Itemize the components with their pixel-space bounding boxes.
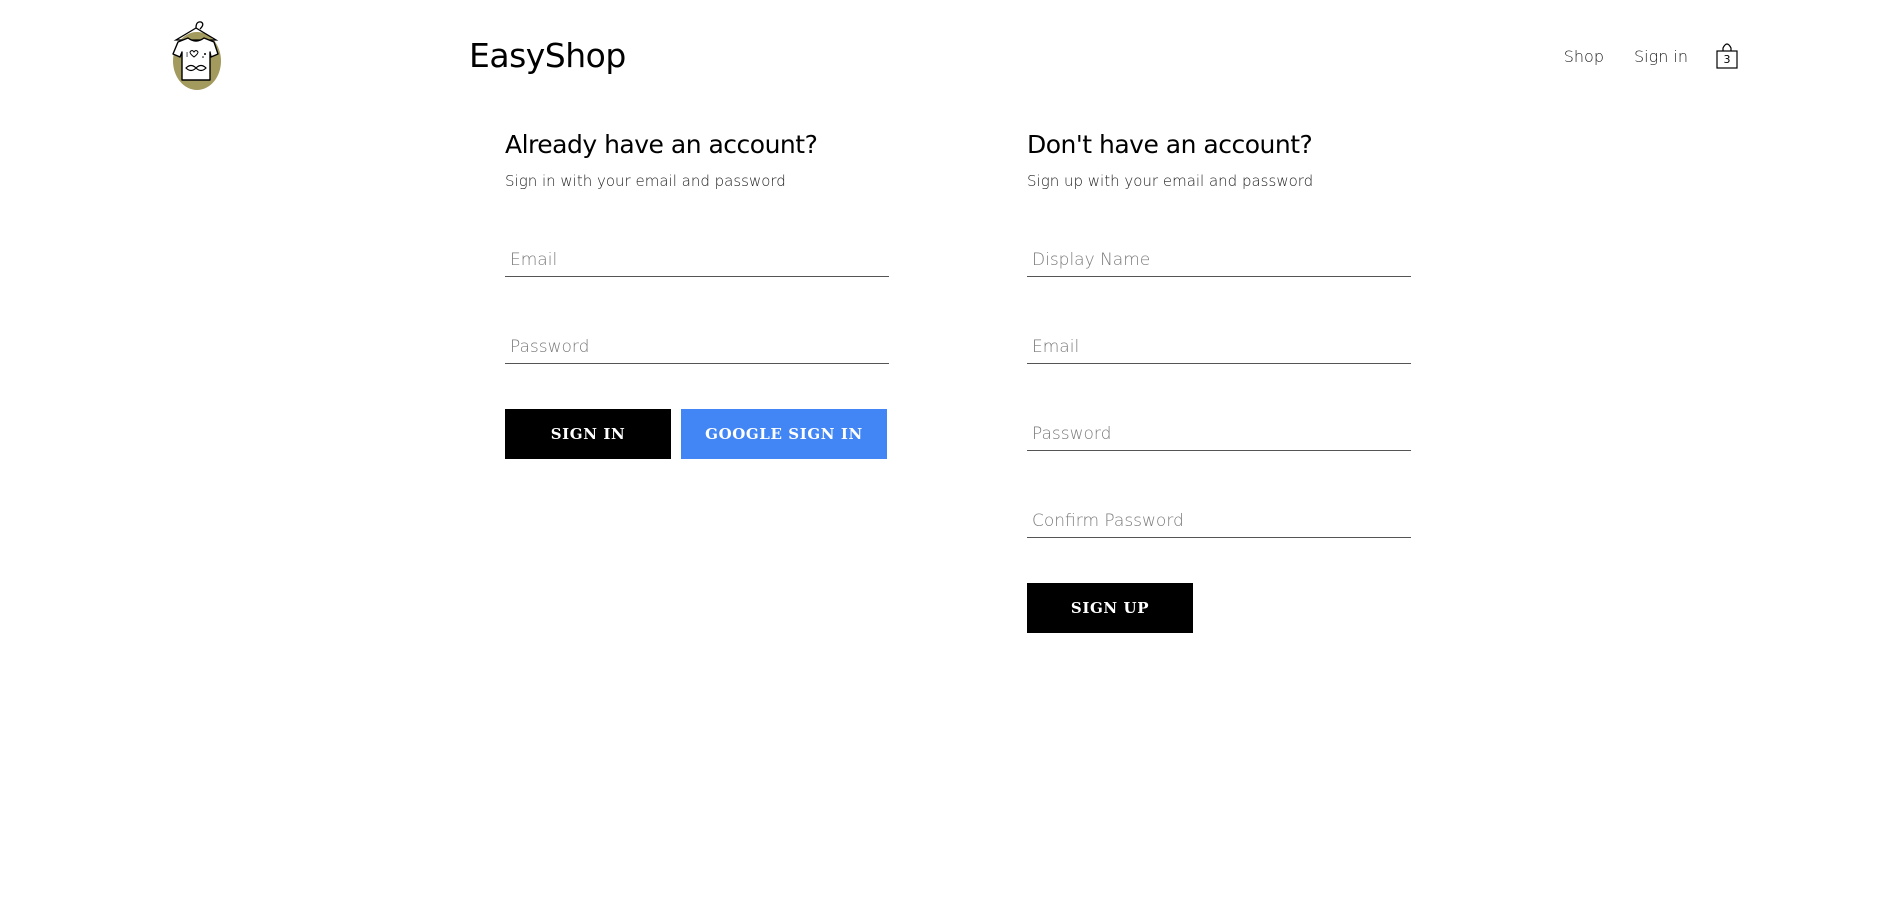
signin-button[interactable]: SIGN IN <box>505 409 671 459</box>
nav-shop-link[interactable]: Shop <box>1564 47 1604 66</box>
signup-email-input[interactable] <box>1027 316 1411 364</box>
signup-confirm-password-field-wrapper <box>1027 490 1411 538</box>
signup-title: Don't have an account? <box>1027 130 1313 159</box>
top-nav: Shop Sign in 3 <box>1564 43 1738 69</box>
signin-fields <box>505 229 889 364</box>
signup-password-field-wrapper <box>1027 403 1411 451</box>
brand-title[interactable]: EasyShop <box>469 36 626 75</box>
signup-display-name-input[interactable] <box>1027 229 1411 277</box>
nav-signin-link[interactable]: Sign in <box>1634 47 1688 66</box>
signin-email-field-wrapper <box>505 229 889 277</box>
signup-panel: Don't have an account? Sign up with your… <box>1027 128 1411 633</box>
signup-subtitle: Sign up with your email and password <box>1027 172 1314 190</box>
signin-panel: Already have an account? Sign in with yo… <box>505 128 889 459</box>
signin-password-field-wrapper <box>505 316 889 364</box>
signup-confirm-password-input[interactable] <box>1027 490 1411 538</box>
svg-text:I: I <box>186 51 188 59</box>
signin-subtitle: Sign in with your email and password <box>505 172 786 190</box>
signin-buttons: SIGN IN GOOGLE SIGN IN <box>505 409 889 459</box>
signup-display-name-field-wrapper <box>1027 229 1411 277</box>
signup-button[interactable]: SIGN UP <box>1027 583 1193 633</box>
logo-icon[interactable]: I <box>166 16 226 90</box>
cart-button[interactable]: 3 <box>1716 43 1738 69</box>
signin-password-input[interactable] <box>505 316 889 364</box>
signin-email-input[interactable] <box>505 229 889 277</box>
google-signin-button[interactable]: GOOGLE SIGN IN <box>681 409 887 459</box>
signin-title: Already have an account? <box>505 130 818 159</box>
signup-email-field-wrapper <box>1027 316 1411 364</box>
signup-fields <box>1027 229 1411 538</box>
page: I EasyShop Shop Sign in 3 Already have a… <box>0 0 1891 902</box>
cart-count: 3 <box>1723 53 1731 66</box>
signup-password-input[interactable] <box>1027 403 1411 451</box>
signup-buttons: SIGN UP <box>1027 583 1411 633</box>
